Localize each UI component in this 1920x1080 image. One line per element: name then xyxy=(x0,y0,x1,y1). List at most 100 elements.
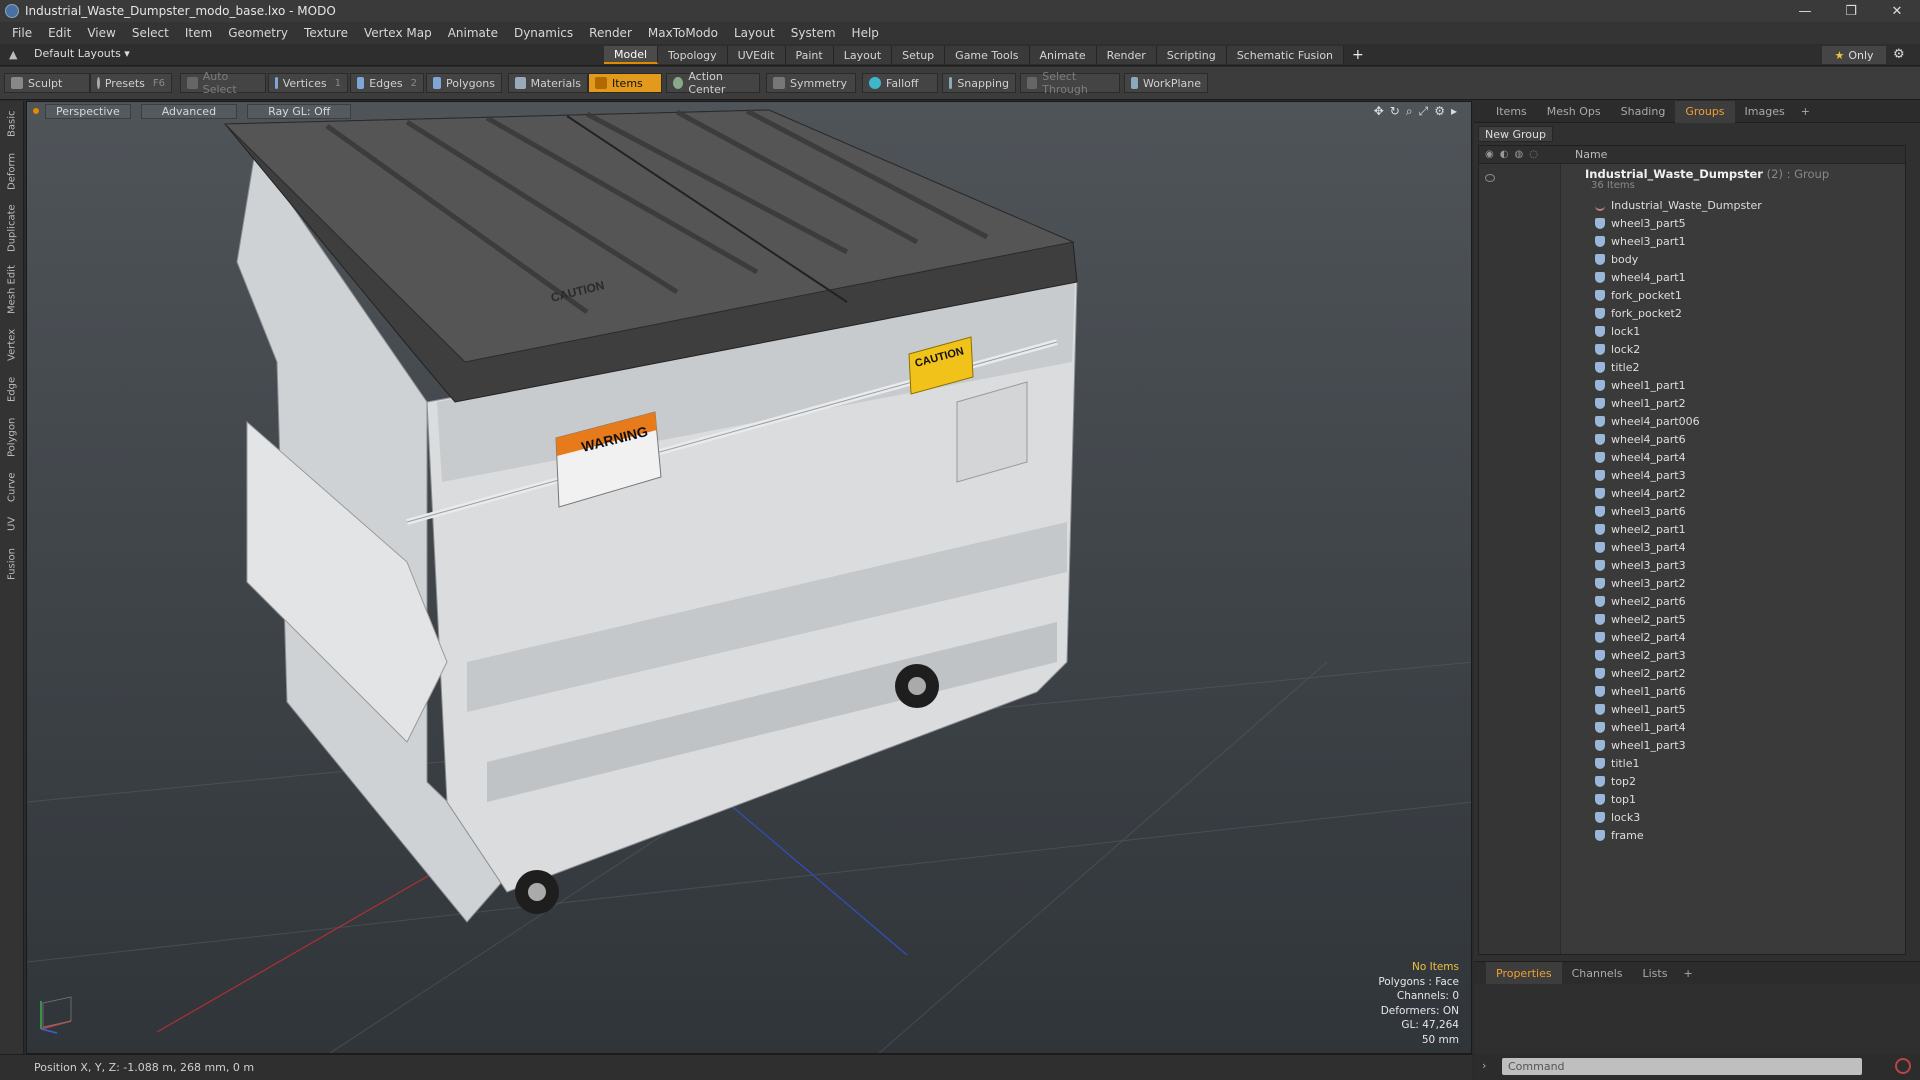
tree-item-row[interactable]: wheel1_part5 xyxy=(1561,700,1686,718)
add-panel-tab-button[interactable]: + xyxy=(1795,105,1816,118)
tree-item-row[interactable]: title1 xyxy=(1561,754,1640,772)
tree-item-row[interactable]: wheel1_part1 xyxy=(1561,376,1686,394)
stop-icon[interactable] xyxy=(1895,1058,1911,1074)
falloff-button[interactable]: Falloff xyxy=(862,73,938,93)
shading-mode-button[interactable]: Advanced xyxy=(140,103,238,119)
tree-item-row[interactable]: fork_pocket2 xyxy=(1561,304,1682,322)
edges-button[interactable]: Edges 2 xyxy=(350,73,424,93)
pan-icon[interactable]: ✥ xyxy=(1374,104,1384,119)
tree-item-row[interactable]: wheel3_part4 xyxy=(1561,538,1686,556)
visibility-column-icon[interactable]: ◉ xyxy=(1485,149,1494,160)
tree-item-row[interactable]: wheel4_part2 xyxy=(1561,484,1686,502)
polygons-button[interactable]: Polygons xyxy=(426,73,502,93)
tab-lists[interactable]: Lists xyxy=(1633,962,1678,984)
tree-item-row[interactable]: top1 xyxy=(1561,790,1636,808)
3d-viewport[interactable]: WARNING CAUTION CAUTION Perspective Adva… xyxy=(26,101,1472,1054)
menu-help[interactable]: Help xyxy=(844,26,887,40)
auto-select-button[interactable]: Auto Select xyxy=(180,70,266,96)
tree-item-row[interactable]: wheel4_part3 xyxy=(1561,466,1686,484)
materials-button[interactable]: Materials xyxy=(508,73,588,93)
vtab-fusion[interactable]: Fusion xyxy=(3,541,21,587)
tree-item-row[interactable]: wheel4_part4 xyxy=(1561,448,1686,466)
tab-topology[interactable]: Topology xyxy=(658,46,728,64)
tree-item-row[interactable]: wheel3_part6 xyxy=(1561,502,1686,520)
menu-system[interactable]: System xyxy=(783,26,844,40)
name-column-header[interactable]: Name xyxy=(1561,148,1607,161)
add-properties-tab-button[interactable]: + xyxy=(1677,967,1698,980)
tab-images[interactable]: Images xyxy=(1735,101,1795,123)
tree-item-row[interactable]: wheel1_part6 xyxy=(1561,682,1686,700)
tree-item-row[interactable]: frame xyxy=(1561,826,1644,844)
tree-item-row[interactable]: top2 xyxy=(1561,772,1636,790)
tree-item-row[interactable]: fork_pocket1 xyxy=(1561,286,1682,304)
new-group-button[interactable]: New Group xyxy=(1478,126,1553,142)
tab-schematic-fusion[interactable]: Schematic Fusion xyxy=(1226,46,1345,64)
sculpt-button[interactable]: Sculpt xyxy=(4,73,90,93)
vtab-vertex[interactable]: Vertex xyxy=(3,323,21,367)
presets-button[interactable]: Presets F6 xyxy=(90,73,172,93)
tree-item-row[interactable]: wheel4_part006 xyxy=(1561,412,1700,430)
tab-setup[interactable]: Setup xyxy=(892,46,946,64)
workplane-button[interactable]: WorkPlane xyxy=(1124,73,1208,93)
action-center-button[interactable]: Action Center xyxy=(666,70,760,96)
menu-vertex-map[interactable]: Vertex Map xyxy=(356,26,440,40)
menu-view[interactable]: View xyxy=(79,26,123,40)
tab-mesh-ops[interactable]: Mesh Ops xyxy=(1537,101,1611,123)
menu-texture[interactable]: Texture xyxy=(296,26,356,40)
gear-icon[interactable]: ⚙ xyxy=(1893,47,1905,62)
restore-button[interactable]: ❐ xyxy=(1828,0,1874,22)
close-button[interactable]: ✕ xyxy=(1874,0,1920,22)
menu-render[interactable]: Render xyxy=(581,26,640,40)
tab-items[interactable]: Items xyxy=(1486,101,1537,123)
tab-layout[interactable]: Layout xyxy=(833,46,893,64)
raygl-button[interactable]: Ray GL: Off xyxy=(247,103,352,119)
select-column-icon[interactable]: ◌ xyxy=(1529,149,1538,160)
tree-item-row[interactable]: wheel2_part6 xyxy=(1561,592,1686,610)
layout-selector[interactable]: Default Layouts ▾ xyxy=(34,47,130,60)
vertices-button[interactable]: Vertices 1 xyxy=(268,73,348,93)
vtab-uv[interactable]: UV xyxy=(3,511,21,537)
tree-item-row[interactable]: wheel4_part6 xyxy=(1561,430,1686,448)
tab-uvedit[interactable]: UVEdit xyxy=(727,46,786,64)
menu-animate[interactable]: Animate xyxy=(440,26,506,40)
render-column-icon[interactable]: ◐ xyxy=(1500,149,1509,160)
tree-item-row[interactable]: title2 xyxy=(1561,358,1640,376)
only-toggle-button[interactable]: ★ Only xyxy=(1822,46,1886,64)
vtab-mesh-edit[interactable]: Mesh Edit xyxy=(3,261,21,319)
tree-item-row[interactable]: wheel2_part1 xyxy=(1561,520,1686,538)
tree-item-row[interactable]: wheel3_part3 xyxy=(1561,556,1686,574)
menu-edit[interactable]: Edit xyxy=(40,26,79,40)
menu-geometry[interactable]: Geometry xyxy=(220,26,296,40)
minimize-button[interactable]: — xyxy=(1782,0,1828,22)
tab-shading[interactable]: Shading xyxy=(1611,101,1676,123)
tree-item-row[interactable]: wheel2_part5 xyxy=(1561,610,1686,628)
tree-item-row[interactable]: wheel2_part3 xyxy=(1561,646,1686,664)
vtab-duplicate[interactable]: Duplicate xyxy=(3,199,21,257)
tab-scripting[interactable]: Scripting xyxy=(1156,46,1227,64)
layout-menu-icon[interactable]: ▲ xyxy=(9,48,17,61)
viewport-menu-dot[interactable] xyxy=(33,108,39,114)
snapping-button[interactable]: Snapping xyxy=(942,73,1016,93)
items-mode-button[interactable]: Items xyxy=(588,73,662,93)
menu-layout[interactable]: Layout xyxy=(726,26,783,40)
symmetry-button[interactable]: Symmetry xyxy=(766,73,856,93)
tree-item-row[interactable]: wheel3_part2 xyxy=(1561,574,1686,592)
tab-groups[interactable]: Groups xyxy=(1675,100,1735,123)
add-layout-tab-button[interactable]: + xyxy=(1344,46,1372,64)
tab-game-tools[interactable]: Game Tools xyxy=(945,46,1030,64)
tree-item-row[interactable]: body xyxy=(1561,250,1638,268)
tree-item-row[interactable]: lock1 xyxy=(1561,322,1640,340)
fit-icon[interactable]: ⤢ xyxy=(1419,104,1429,119)
select-through-button[interactable]: Select Through xyxy=(1020,70,1120,96)
view-type-button[interactable]: Perspective xyxy=(45,103,131,119)
rotate-icon[interactable]: ↻ xyxy=(1390,104,1400,119)
menu-maxtomodo[interactable]: MaxToModo xyxy=(640,26,726,40)
vtab-polygon[interactable]: Polygon xyxy=(3,411,21,463)
tree-item-row[interactable]: wheel1_part2 xyxy=(1561,394,1686,412)
vtab-basic[interactable]: Basic xyxy=(3,105,21,143)
viewport-expand-icon[interactable]: ▸ xyxy=(1451,104,1457,119)
tree-item-row[interactable]: wheel3_part1 xyxy=(1561,232,1686,250)
tree-item-row[interactable]: lock2 xyxy=(1561,340,1640,358)
tab-properties[interactable]: Properties xyxy=(1486,962,1562,984)
tab-model[interactable]: Model xyxy=(604,46,659,64)
